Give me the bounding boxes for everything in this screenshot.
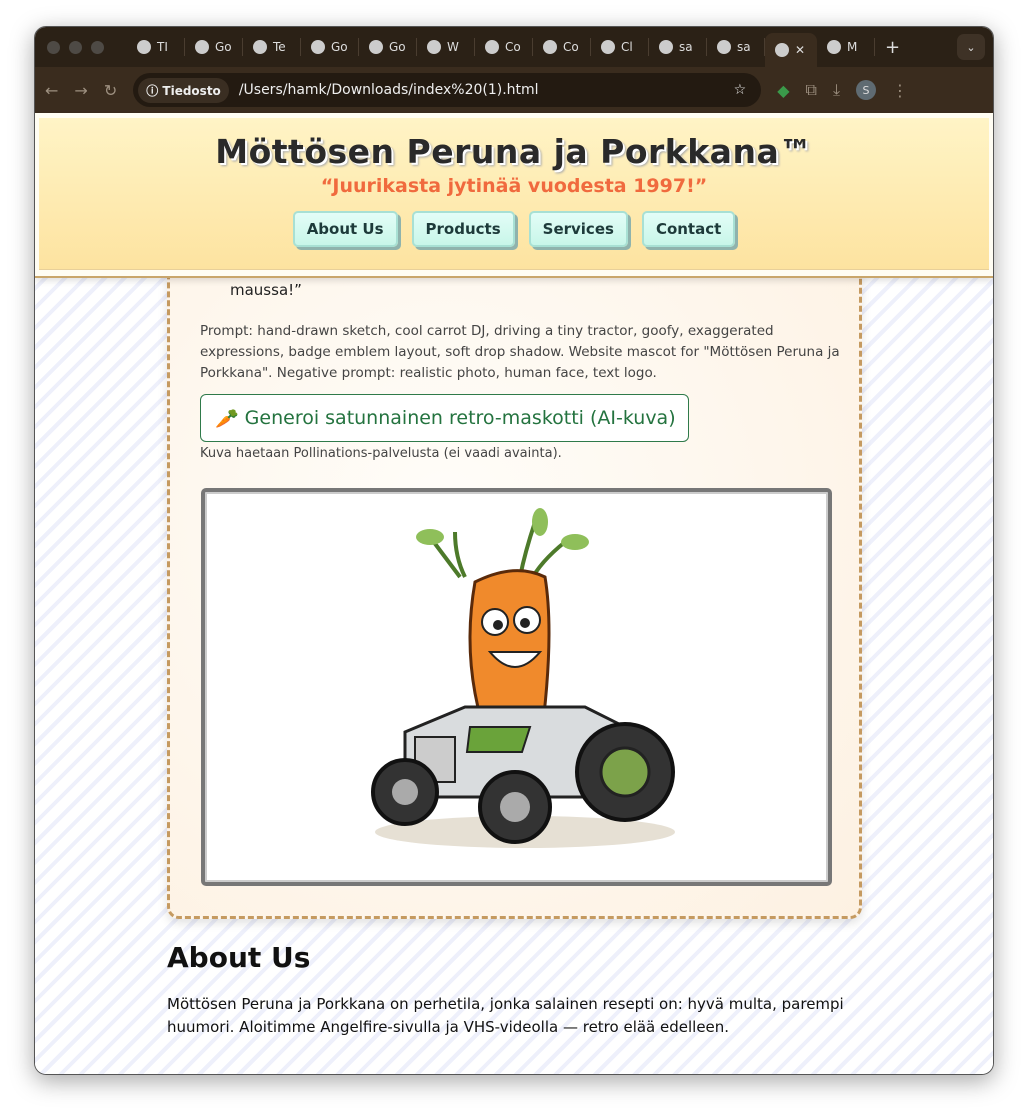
tab-label: Co: [505, 40, 521, 54]
browser-tab[interactable]: ✕: [765, 33, 817, 67]
site-title: Möttösen Peruna ja Porkkana™: [215, 132, 813, 171]
browser-tab[interactable]: Co: [475, 38, 533, 56]
generate-mascot-button[interactable]: 🥕 Generoi satunnainen retro-maskotti (AI…: [200, 394, 689, 442]
tab-label: TI: [157, 40, 168, 54]
site-header: Möttösen Peruna ja Porkkana™ “Juurikasta…: [35, 113, 993, 278]
generate-mascot-label: Generoi satunnainen retro-maskotti (AI-k…: [244, 407, 676, 429]
tab-label: Co: [563, 40, 579, 54]
carrot-icon: 🥕: [215, 407, 239, 430]
github-icon: [717, 40, 731, 54]
carrot-tractor-illustration: [371, 508, 675, 848]
tab-label: W: [447, 40, 459, 54]
gemini-icon: [311, 40, 325, 54]
nav-products[interactable]: Products: [411, 211, 515, 247]
nav-about-us[interactable]: About Us: [292, 211, 398, 247]
mascot-image: [201, 488, 832, 886]
quote-text: maussa!”: [230, 281, 302, 299]
about-heading: About Us: [167, 941, 311, 974]
browser-tab[interactable]: Cl: [591, 38, 649, 56]
minimize-window-button[interactable]: [69, 40, 82, 54]
app-icon: [369, 40, 383, 54]
browser-tab[interactable]: Go: [301, 38, 359, 56]
nav-services[interactable]: Services: [528, 211, 628, 247]
tab-label: sa: [679, 40, 693, 54]
browser-tab[interactable]: sa: [707, 38, 765, 56]
address-bar[interactable]: ⓘ Tiedosto /Users/hamk/Downloads/index%2…: [133, 73, 762, 107]
browser-tab[interactable]: sa: [649, 38, 707, 56]
app-icon: [253, 40, 267, 54]
menu-icon[interactable]: ⋮: [892, 81, 908, 100]
app-icon: [543, 40, 557, 54]
openai-icon: [427, 40, 441, 54]
nav-contact[interactable]: Contact: [641, 211, 736, 247]
site-info-chip[interactable]: ⓘ Tiedosto: [138, 77, 229, 103]
site-tagline: “Juurikasta jytinää vuodesta 1997!”: [320, 175, 708, 197]
tab-bar: TI Go Te Go Go W Co Co Cl sa sa ✕ M + ⌄: [35, 27, 993, 67]
url-text[interactable]: /Users/hamk/Downloads/index%20(1).html: [239, 82, 724, 98]
new-tab-button[interactable]: +: [885, 37, 900, 58]
source-note: Kuva haetaan Pollinations-palvelusta (ei…: [200, 446, 562, 461]
globe-icon: [775, 43, 789, 57]
back-icon[interactable]: ←: [45, 81, 58, 100]
browser-tab[interactable]: Go: [359, 38, 417, 56]
app-icon: [195, 40, 209, 54]
close-window-button[interactable]: [47, 40, 60, 54]
tab-label: Go: [215, 40, 232, 54]
bookmark-star-icon[interactable]: ☆: [734, 82, 747, 98]
mascot-card: maussa!” Prompt: hand-drawn sketch, cool…: [167, 243, 862, 919]
about-text: Möttösen Peruna ja Porkkana on perhetila…: [167, 995, 844, 1036]
app-icon: [485, 40, 499, 54]
extension-icon[interactable]: ◆: [777, 81, 789, 100]
browser-window: TI Go Te Go Go W Co Co Cl sa sa ✕ M + ⌄ ← → ↻ ⓘ Tied…: [34, 26, 994, 1075]
tab-label: M: [847, 40, 858, 54]
browser-tab[interactable]: Go: [185, 38, 243, 56]
main-nav: About Us Products Services Contact: [39, 211, 989, 247]
browser-tab[interactable]: Te: [243, 38, 301, 56]
maximize-window-button[interactable]: [91, 40, 104, 54]
page-content: Möttösen Peruna ja Porkkana™ “Juurikasta…: [35, 113, 993, 1074]
tab-label: Cl: [621, 40, 633, 54]
tab-label: Go: [331, 40, 348, 54]
prompt-text: Prompt: hand-drawn sketch, cool carrot D…: [200, 323, 840, 381]
tab-label: sa: [737, 40, 751, 54]
browser-tab[interactable]: Co: [533, 38, 591, 56]
toolbar: ← → ↻ ⓘ Tiedosto /Users/hamk/Downloads/i…: [35, 67, 993, 113]
tab-label: ✕: [795, 43, 806, 57]
tab-label: Go: [389, 40, 406, 54]
tinkercad-icon: [137, 40, 151, 54]
browser-tab[interactable]: W: [417, 38, 475, 56]
site-info-label: Tiedosto: [162, 83, 221, 98]
extensions-puzzle-icon[interactable]: ⧉: [806, 80, 817, 100]
tab-label: Te: [273, 40, 286, 54]
forward-icon[interactable]: →: [74, 81, 87, 100]
profile-avatar[interactable]: S: [856, 80, 877, 100]
globe-icon: [827, 40, 841, 54]
tab-search-button[interactable]: ⌄: [957, 34, 985, 60]
browser-tab[interactable]: M: [817, 38, 875, 56]
github-icon: [659, 40, 673, 54]
browser-tab[interactable]: TI: [127, 38, 185, 56]
openai-icon: [601, 40, 615, 54]
reload-icon[interactable]: ↻: [104, 81, 117, 100]
download-icon[interactable]: ⤓: [833, 80, 840, 100]
